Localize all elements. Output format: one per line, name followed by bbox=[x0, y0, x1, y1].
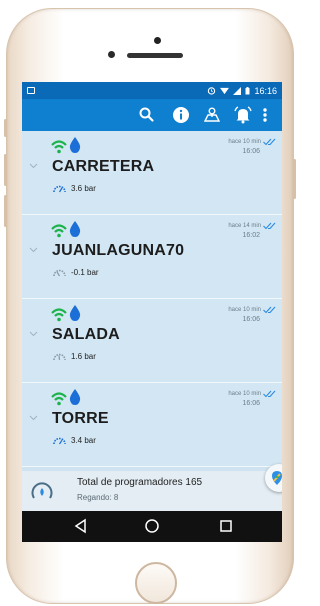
earpiece-speaker bbox=[127, 53, 183, 58]
last-update-time: 16:06 bbox=[242, 316, 260, 323]
water-drop-icon bbox=[69, 221, 81, 237]
pressure-value: -0.1 bar bbox=[71, 268, 99, 277]
irrigation-gauge-icon bbox=[31, 482, 53, 499]
pressure-gauge-icon bbox=[53, 185, 66, 193]
search-icon[interactable] bbox=[137, 105, 157, 125]
last-update-ago: hace 14 min bbox=[228, 223, 261, 229]
summary-footer[interactable]: Total de programadores 165 Regando: 8 bbox=[22, 471, 282, 511]
chevron-down-icon[interactable] bbox=[29, 415, 38, 421]
cell-signal-icon bbox=[233, 86, 242, 95]
water-drop-icon bbox=[69, 389, 81, 405]
water-drop-icon bbox=[69, 305, 81, 321]
programmer-name: JUANLAGUNA70 bbox=[52, 242, 185, 259]
programmer-name: SALADA bbox=[52, 326, 120, 343]
phone-power-button bbox=[293, 159, 296, 199]
last-update-time: 16:02 bbox=[242, 232, 260, 239]
programmer-name: CARRETERA bbox=[52, 158, 155, 175]
total-programmers-label: Total de programadores 165 bbox=[77, 477, 203, 488]
phone-volume-down bbox=[4, 195, 7, 227]
double-check-icon bbox=[263, 390, 276, 398]
status-time: 16:16 bbox=[254, 85, 277, 96]
pressure-value: 3.4 bar bbox=[71, 436, 96, 445]
programmer-card[interactable]: hace 10 min 16:06 CARRETERA 3.6 bar bbox=[22, 131, 282, 215]
last-update-ago: hace 10 min bbox=[228, 391, 261, 397]
pressure-gauge-icon bbox=[53, 269, 66, 277]
home-button[interactable] bbox=[135, 562, 177, 604]
double-check-icon bbox=[263, 138, 276, 146]
image-notification-icon bbox=[27, 87, 35, 94]
app-screen: 16:16 hace 10 min 16:06 CARRETERA 3.6 ba… bbox=[22, 82, 282, 542]
wifi-signal-icon bbox=[51, 140, 67, 154]
battery-icon bbox=[245, 86, 250, 94]
chevron-down-icon[interactable] bbox=[29, 247, 38, 253]
back-triangle-icon[interactable] bbox=[73, 518, 89, 534]
info-icon[interactable] bbox=[171, 105, 191, 125]
pressure-gauge-icon bbox=[53, 437, 66, 445]
location-marker-icon bbox=[272, 471, 282, 485]
android-nav-bar bbox=[22, 511, 282, 542]
wifi-signal-icon bbox=[51, 224, 67, 238]
pressure-value: 1.6 bar bbox=[71, 352, 96, 361]
chevron-down-icon[interactable] bbox=[29, 331, 38, 337]
pressure-gauge-icon bbox=[53, 353, 66, 361]
programmer-card[interactable]: hace 10 min 16:06 TORRE 3.4 bar bbox=[22, 383, 282, 467]
proximity-sensor bbox=[108, 51, 115, 58]
watering-count-label: Regando: 8 bbox=[77, 493, 119, 502]
map-icon[interactable] bbox=[202, 105, 222, 125]
recents-square-icon[interactable] bbox=[218, 518, 234, 534]
alarm-bell-icon[interactable] bbox=[233, 105, 253, 125]
chevron-down-icon[interactable] bbox=[29, 163, 38, 169]
alarm-icon bbox=[208, 87, 216, 95]
phone-side-button bbox=[4, 119, 7, 137]
last-update-ago: hace 10 min bbox=[228, 139, 261, 145]
phone-volume-up bbox=[4, 154, 7, 186]
pressure-value: 3.6 bar bbox=[71, 184, 96, 193]
programmer-card[interactable]: hace 14 min 16:02 JUANLAGUNA70 -0.1 bar bbox=[22, 215, 282, 299]
overflow-menu-icon[interactable] bbox=[260, 105, 270, 125]
last-update-time: 16:06 bbox=[242, 400, 260, 407]
app-toolbar bbox=[22, 99, 282, 131]
front-camera bbox=[154, 37, 161, 44]
double-check-icon bbox=[263, 222, 276, 230]
status-bar: 16:16 bbox=[22, 82, 282, 99]
wifi-status-icon bbox=[220, 87, 230, 94]
last-update-time: 16:06 bbox=[242, 148, 260, 155]
wifi-signal-icon bbox=[51, 308, 67, 322]
wifi-signal-icon bbox=[51, 392, 67, 406]
home-circle-icon[interactable] bbox=[144, 518, 160, 534]
double-check-icon bbox=[263, 306, 276, 314]
last-update-ago: hace 10 min bbox=[228, 307, 261, 313]
water-drop-icon bbox=[69, 137, 81, 153]
programmer-name: TORRE bbox=[52, 410, 109, 427]
programmer-list: hace 10 min 16:06 CARRETERA 3.6 bar hace… bbox=[22, 131, 282, 471]
programmer-card[interactable]: hace 10 min 16:06 SALADA 1.6 bar bbox=[22, 299, 282, 383]
